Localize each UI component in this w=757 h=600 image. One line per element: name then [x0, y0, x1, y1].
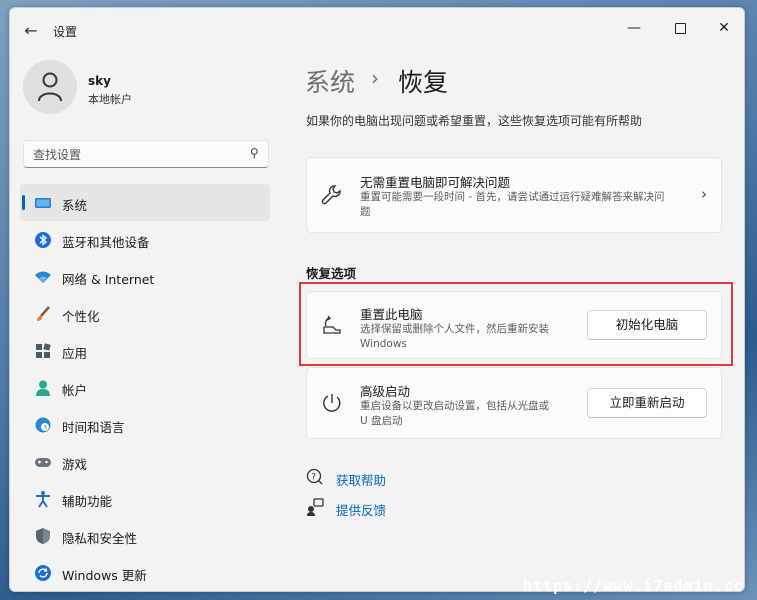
wrench-icon — [321, 185, 341, 205]
sidebar-item-system[interactable]: 系统 — [20, 184, 270, 221]
sidebar-item-bluetooth[interactable]: 蓝牙和其他设备 — [20, 221, 270, 258]
sidebar-nav: 系统 蓝牙和其他设备 网络 & Internet 个性化 应用 帐户 时间和语言… — [20, 184, 270, 591]
accessibility-icon — [36, 491, 50, 508]
breadcrumb-separator: › — [371, 66, 379, 90]
sidebar-item-label: 网络 & Internet — [62, 272, 155, 287]
sidebar-item-personalization[interactable]: 个性化 — [20, 295, 270, 332]
sidebar-item-label: 游戏 — [62, 457, 88, 472]
gamepad-icon — [35, 458, 51, 467]
give-feedback-label: 提供反馈 — [336, 503, 387, 518]
sidebar-item-label: 时间和语言 — [62, 420, 125, 435]
person-icon — [38, 72, 62, 102]
wifi-icon — [35, 271, 51, 283]
search-icon: ⚲ — [250, 146, 259, 160]
description-line: U 盘启动 — [360, 415, 403, 427]
sidebar-item-label: 个性化 — [62, 309, 100, 324]
sidebar-item-label: 辅助功能 — [62, 494, 113, 509]
sidebar-item-privacy[interactable]: 隐私和安全性 — [20, 517, 270, 554]
get-help-label: 获取帮助 — [336, 473, 387, 488]
sidebar-item-label: Windows 更新 — [62, 568, 147, 583]
sidebar-item-label: 应用 — [62, 346, 88, 361]
sync-icon — [35, 565, 51, 581]
monitor-icon — [35, 198, 51, 208]
help-icon: ? — [306, 468, 323, 485]
title-bar: ← 设置 — ✕ — [10, 8, 744, 52]
account-type: 本地帐户 — [88, 93, 132, 106]
sidebar-item-windows-update[interactable]: Windows 更新 — [20, 554, 270, 591]
troubleshoot-title: 无需重置电脑即可解决问题 — [360, 175, 511, 190]
brush-icon — [37, 306, 50, 321]
sidebar-item-accounts[interactable]: 帐户 — [20, 369, 270, 406]
settings-window: ← 设置 — ✕ sky 本地帐户 查找设置 ⚲ 系统 蓝牙和其他设备 网络 &… — [9, 7, 745, 592]
breadcrumb-parent[interactable]: 系统 — [305, 63, 355, 99]
advanced-startup-title: 高级启动 — [360, 384, 411, 399]
maximize-icon — [674, 22, 686, 34]
person-icon — [36, 380, 50, 396]
bluetooth-icon — [35, 232, 51, 248]
svg-text:?: ? — [311, 473, 316, 483]
description-line: 重置可能需要一段时间 - 首先，请尝试通过运行疑难解答来解决问 — [360, 191, 665, 203]
sidebar-item-network[interactable]: 网络 & Internet — [20, 258, 270, 295]
sidebar-item-time-language[interactable]: 时间和语言 — [20, 406, 270, 443]
globe-clock-icon — [35, 417, 51, 433]
sidebar-item-label: 隐私和安全性 — [62, 531, 138, 546]
username: sky — [88, 74, 111, 88]
search-input[interactable]: 查找设置 — [33, 146, 81, 163]
back-button[interactable]: ← — [19, 21, 43, 41]
sidebar-item-accessibility[interactable]: 辅助功能 — [20, 480, 270, 517]
troubleshoot-card[interactable]: 无需重置电脑即可解决问题 重置可能需要一段时间 - 首先，请尝试通过运行疑难解答… — [306, 157, 722, 233]
apps-icon — [36, 343, 51, 358]
description-line: 重启设备以更改启动设置，包括从光盘或 — [360, 400, 549, 412]
page-title: 恢复 — [398, 68, 449, 97]
power-refresh-icon — [323, 394, 341, 412]
search-box[interactable]: 查找设置 ⚲ — [23, 140, 269, 168]
watermark: https://www.i7admin.cc — [523, 577, 744, 595]
minimize-button[interactable]: — — [619, 16, 649, 40]
sidebar-item-label: 蓝牙和其他设备 — [62, 235, 150, 250]
maximize-button[interactable] — [665, 16, 695, 40]
section-header: 恢复选项 — [306, 266, 357, 281]
description-line: 题 — [360, 206, 371, 218]
close-button[interactable]: ✕ — [709, 16, 739, 40]
advanced-startup-card: 高级启动 重启设备以更改启动设置，包括从光盘或 U 盘启动 立即重新启动 — [306, 367, 722, 439]
sidebar-item-gaming[interactable]: 游戏 — [20, 443, 270, 480]
troubleshoot-description: 重置可能需要一段时间 - 首先，请尝试通过运行疑难解答来解决问 题 — [360, 190, 664, 220]
restart-now-button[interactable]: 立即重新启动 — [587, 388, 707, 418]
sidebar-item-label: 系统 — [62, 198, 88, 213]
avatar[interactable] — [23, 60, 77, 114]
sidebar-item-apps[interactable]: 应用 — [20, 332, 270, 369]
chevron-right-icon: › — [701, 185, 707, 203]
page-subtitle: 如果你的电脑出现问题或希望重置，这些恢复选项可能有所帮助 — [306, 114, 643, 128]
feedback-icon — [307, 498, 324, 516]
advanced-startup-description: 重启设备以更改启动设置，包括从光盘或 U 盘启动 — [360, 399, 549, 429]
app-title: 设置 — [53, 25, 78, 39]
highlight-annotation — [299, 282, 733, 366]
sidebar-item-label: 帐户 — [62, 383, 88, 398]
shield-icon — [36, 528, 50, 544]
